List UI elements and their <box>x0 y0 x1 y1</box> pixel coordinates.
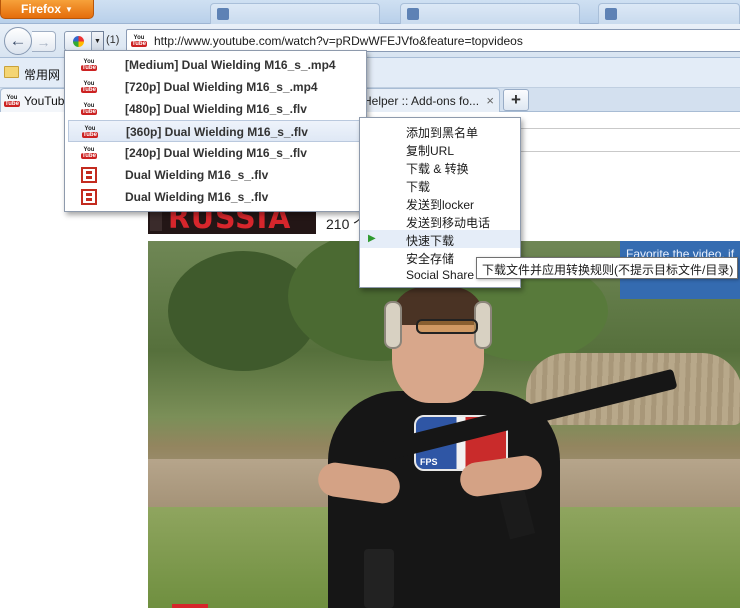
play-icon: ▶ <box>368 233 376 244</box>
menu-item-label: 下载 & 转换 <box>406 162 469 176</box>
tab-favicon-icon <box>407 8 419 20</box>
page-search-input[interactable] <box>520 128 740 152</box>
background-tab[interactable] <box>400 3 580 24</box>
video-player[interactable]: FPS Favorite the video, if <box>148 241 740 608</box>
chevron-down-icon: ▼ <box>94 37 101 45</box>
download-item-medium-mp4[interactable]: You Tube [Medium] Dual Wielding M16_s_.mp… <box>65 54 366 76</box>
tooltip: 下载文件并应用转换规则(不提示目标文件/目录) <box>476 257 738 279</box>
holster <box>364 549 394 608</box>
youtube-icon: You Tube <box>81 81 97 93</box>
download-item-label: [360p] Dual Wielding M16_s_.flv <box>126 125 308 139</box>
forward-button[interactable]: → <box>32 31 56 52</box>
youtube-icon: You Tube <box>131 34 147 47</box>
download-item-flv[interactable]: Dual Wielding M16_s_.flv <box>65 164 366 186</box>
download-item-label: [240p] Dual Wielding M16_s_.flv <box>125 146 307 160</box>
address-bar[interactable]: You Tube http://www.youtube.com/watch?v=p… <box>126 29 740 52</box>
background-tab[interactable] <box>598 3 740 24</box>
download-item-label: Dual Wielding M16_s_.flv <box>125 168 269 182</box>
menu-item-label: 安全存储 <box>406 252 455 266</box>
menu-item-send-to-locker[interactable]: 发送到locker <box>360 194 520 212</box>
new-tab-button[interactable]: + <box>503 89 529 111</box>
menu-item-download-convert[interactable]: 下载 & 转换 <box>360 158 520 176</box>
download-item-label: [Medium] Dual Wielding M16_s_.mp4 <box>125 58 336 72</box>
menu-item-send-to-mobile[interactable]: 发送到移动电话 <box>360 212 520 230</box>
downloader-button[interactable] <box>64 31 92 51</box>
menu-item-label: 添加到黑名单 <box>406 126 479 140</box>
shooting-glasses <box>416 319 478 334</box>
arrow-right-icon: → <box>36 33 51 50</box>
tab-favicon-icon <box>605 8 617 20</box>
menu-item-label: Social Share <box>406 268 475 282</box>
download-item-label: [480p] Dual Wielding M16_s_.flv <box>125 102 307 116</box>
shirt-logo-text: FPS <box>420 457 438 467</box>
chevron-down-icon: ▼ <box>65 4 73 14</box>
downloader-icon <box>72 35 84 47</box>
download-item-480p-flv[interactable]: You Tube [480p] Dual Wielding M16_s_.flv <box>65 98 366 120</box>
youtube-icon: You Tube <box>81 59 97 71</box>
download-item-label: [720p] Dual Wielding M16_s_.mp4 <box>125 80 318 94</box>
bookmark-folder-label[interactable]: 常用网 <box>24 66 60 83</box>
download-item-240p-flv[interactable]: You Tube [240p] Dual Wielding M16_s_.flv <box>65 142 366 164</box>
video-progress[interactable] <box>172 604 208 608</box>
menu-item-download[interactable]: 下载 <box>360 176 520 194</box>
download-count: (1) <box>106 34 120 46</box>
menu-item-label: 发送到移动电话 <box>406 216 491 230</box>
download-item-720p-mp4[interactable]: You Tube [720p] Dual Wielding M16_s_.mp4 <box>65 76 366 98</box>
film-icon <box>81 167 97 183</box>
tab-youtube[interactable]: You Tube YouTube <box>0 88 70 112</box>
banner-edge <box>150 210 162 231</box>
menu-item-quick-download[interactable]: ▶ 快速下载 <box>360 230 520 248</box>
url-text: http://www.youtube.com/watch?v=pRDwWFEJV… <box>154 33 523 48</box>
film-icon <box>81 189 97 205</box>
download-item-360p-flv[interactable]: You Tube [360p] Dual Wielding M16_s_.flv <box>68 120 363 142</box>
firefox-menu-button[interactable]: Firefox ▼ <box>0 0 94 19</box>
folder-icon <box>4 66 19 78</box>
menu-item-label: 快速下载 <box>406 234 455 248</box>
menu-item-label: 发送到locker <box>406 198 475 212</box>
ear-protector <box>384 301 402 349</box>
arrow-left-icon: ← <box>9 31 27 50</box>
menu-item-label: 复制URL <box>406 144 455 158</box>
tab-addon-helper[interactable]: Helper :: Add-ons fo... × <box>360 88 500 112</box>
title-bar: Firefox ▼ <box>0 0 740 24</box>
back-button[interactable]: ← <box>4 27 32 55</box>
downloader-menu: You Tube [Medium] Dual Wielding M16_s_.mp… <box>64 50 367 212</box>
download-item-label: Dual Wielding M16_s_.flv <box>125 190 269 204</box>
close-icon[interactable]: × <box>486 93 494 108</box>
firefox-menu-label: Firefox <box>21 2 62 16</box>
youtube-icon: You Tube <box>81 103 97 115</box>
background-tab[interactable] <box>210 3 380 24</box>
menu-item-copy-url[interactable]: 复制URL <box>360 140 520 158</box>
downloader-dropdown-button[interactable]: ▼ <box>92 31 104 51</box>
youtube-icon: You Tube <box>82 126 98 138</box>
tab-title: Helper :: Add-ons fo... <box>363 93 480 108</box>
youtube-icon: You Tube <box>4 94 20 107</box>
youtube-icon: You Tube <box>81 147 97 159</box>
download-item-flv[interactable]: Dual Wielding M16_s_.flv <box>65 186 366 208</box>
tab-favicon-icon <box>217 8 229 20</box>
menu-item-label: 下载 <box>406 180 431 194</box>
menu-item-add-to-blacklist[interactable]: 添加到黑名单 <box>360 122 520 140</box>
